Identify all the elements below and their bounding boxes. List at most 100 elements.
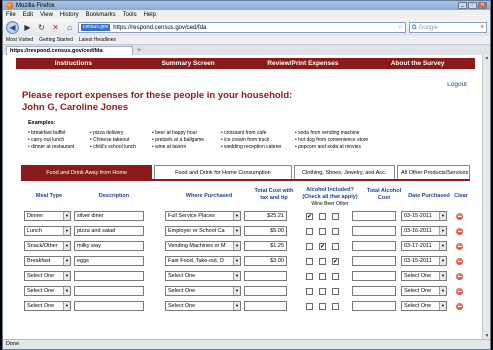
home-icon[interactable]: ⌂	[64, 22, 75, 33]
wine-checkbox[interactable]: ✔	[306, 213, 313, 220]
menu-tools[interactable]: Tools	[123, 12, 137, 18]
bookmark-latest-headlines[interactable]: Latest Headlines	[79, 37, 116, 43]
clear-row-icon[interactable]	[456, 228, 463, 235]
address-bar[interactable]: census.gov https://respond.census.gov/ce…	[78, 22, 406, 33]
minimize-button[interactable]: _	[458, 2, 467, 9]
wine-checkbox[interactable]	[306, 303, 313, 310]
menu-edit[interactable]: Edit	[23, 12, 33, 18]
where-purchased-select[interactable]: Full Service Places ▼	[165, 211, 241, 221]
total-cost-input[interactable]: $5.00	[244, 226, 287, 236]
beer-checkbox[interactable]	[319, 288, 326, 295]
alcohol-cost-input[interactable]	[352, 301, 396, 311]
date-purchased-select[interactable]: 03-15-2011 ▼	[401, 211, 447, 221]
forward-arrow-icon[interactable]: ▶	[22, 22, 33, 33]
meal-type-select[interactable]: Lunch ▼	[24, 226, 71, 236]
wine-checkbox[interactable]	[306, 243, 313, 250]
beer-checkbox[interactable]	[319, 258, 326, 265]
where-purchased-select[interactable]: Fast Food, Take-out, D ▼	[165, 256, 241, 266]
total-cost-input[interactable]: $25.21	[244, 211, 287, 221]
total-cost-input[interactable]: $1.25	[244, 241, 287, 251]
bookmark-most-visited[interactable]: Most Visited	[6, 37, 33, 43]
description-input[interactable]: milky way	[74, 241, 144, 251]
other-alcohol-checkbox[interactable]	[332, 213, 339, 220]
meal-type-select[interactable]: Snack/Other ▼	[24, 241, 71, 251]
alcohol-cost-input[interactable]	[352, 286, 396, 296]
beer-checkbox[interactable]	[319, 228, 326, 235]
date-purchased-select[interactable]: 03-15-2011 ▼	[401, 256, 447, 266]
nav-instructions[interactable]: Instructions	[16, 58, 131, 69]
menu-file[interactable]: File	[6, 12, 16, 18]
other-alcohol-checkbox[interactable]	[332, 288, 339, 295]
search-box[interactable]: G Google ⌕	[409, 22, 487, 33]
url-text[interactable]: https://respond.census.gov/ced/fda	[113, 25, 394, 31]
total-cost-input[interactable]	[244, 301, 287, 311]
description-input[interactable]: eggs	[74, 256, 144, 266]
clear-row-icon[interactable]	[456, 288, 463, 295]
description-input[interactable]	[74, 301, 144, 311]
date-purchased-select[interactable]: Select One ▼	[401, 271, 447, 281]
other-alcohol-checkbox[interactable]	[332, 243, 339, 250]
description-input[interactable]: pizza and salad	[74, 226, 144, 236]
date-purchased-select[interactable]: 03-17-2011 ▼	[401, 241, 447, 251]
logout-link[interactable]: Logout	[447, 81, 467, 88]
beer-checkbox[interactable]	[319, 213, 326, 220]
bookmark-star-icon[interactable]: ☆	[398, 24, 403, 31]
where-purchased-select[interactable]: Select One ▼	[165, 301, 241, 311]
date-purchased-select[interactable]: Select One ▼	[401, 286, 447, 296]
new-tab-icon[interactable]: +	[133, 47, 145, 55]
nav-about-survey[interactable]: About the Survey	[360, 58, 475, 69]
total-cost-input[interactable]	[244, 271, 287, 281]
alcohol-cost-input[interactable]	[352, 211, 396, 221]
nav-review-print[interactable]: Review/Print Expenses	[246, 58, 361, 69]
other-alcohol-checkbox[interactable]: ✔	[332, 258, 339, 265]
tab-food-away[interactable]: Food and Drink Away from Home	[21, 165, 153, 179]
description-input[interactable]	[74, 271, 144, 281]
menu-view[interactable]: View	[40, 12, 53, 18]
stop-icon[interactable]: ✕	[50, 22, 61, 33]
beer-checkbox[interactable]	[319, 303, 326, 310]
total-cost-input[interactable]: $3.00	[244, 256, 287, 266]
maximize-button[interactable]: ▫	[468, 2, 477, 9]
total-cost-input[interactable]	[244, 286, 287, 296]
close-button[interactable]: ✕	[478, 2, 487, 9]
meal-type-select[interactable]: Select One ▼	[24, 271, 71, 281]
other-alcohol-checkbox[interactable]	[332, 303, 339, 310]
menu-bookmarks[interactable]: Bookmarks	[86, 12, 116, 18]
date-purchased-select[interactable]: 03-16-2011 ▼	[401, 226, 447, 236]
description-input[interactable]: silver diner	[74, 211, 144, 221]
wine-checkbox[interactable]	[306, 288, 313, 295]
alcohol-cost-input[interactable]	[352, 271, 396, 281]
wine-checkbox[interactable]	[306, 258, 313, 265]
clear-row-icon[interactable]	[456, 303, 463, 310]
nav-summary-screen[interactable]: Summary Screen	[131, 58, 246, 69]
where-purchased-select[interactable]: Select One ▼	[165, 271, 241, 281]
alcohol-cost-input[interactable]	[352, 256, 396, 266]
wine-checkbox[interactable]	[306, 273, 313, 280]
beer-checkbox[interactable]	[319, 273, 326, 280]
meal-type-select[interactable]: Dinner ▼	[24, 211, 71, 221]
back-arrow-icon[interactable]: ◀	[6, 21, 19, 34]
browser-tab[interactable]: https://respond.census.gov/ced/fda	[6, 46, 133, 55]
meal-type-select[interactable]: Breakfast ▼	[24, 256, 71, 266]
alcohol-cost-input[interactable]	[352, 241, 396, 251]
site-identity-badge[interactable]: census.gov	[81, 24, 111, 31]
tab-clothing[interactable]: Clothing, Shoes, Jewelry, and Acc.	[293, 165, 395, 179]
vertical-scrollbar[interactable]: ▲ ▼	[482, 55, 490, 341]
description-input[interactable]	[74, 286, 144, 296]
clear-row-icon[interactable]	[456, 213, 463, 220]
menu-help[interactable]: Help	[144, 12, 156, 18]
wine-checkbox[interactable]	[306, 228, 313, 235]
date-purchased-select[interactable]: Select One ▼	[401, 301, 447, 311]
where-purchased-select[interactable]: Employer or School Ca ▼	[165, 226, 241, 236]
search-placeholder[interactable]: Google	[419, 25, 479, 31]
where-purchased-select[interactable]: Select One ▼	[165, 286, 241, 296]
meal-type-select[interactable]: Select One ▼	[24, 301, 71, 311]
clear-row-icon[interactable]	[456, 273, 463, 280]
reload-icon[interactable]: ↻	[36, 22, 47, 33]
meal-type-select[interactable]: Select One ▼	[24, 286, 71, 296]
scroll-up-icon[interactable]: ▲	[483, 55, 490, 63]
other-alcohol-checkbox[interactable]	[332, 228, 339, 235]
beer-checkbox[interactable]: ✔	[319, 243, 326, 250]
bookmark-getting-started[interactable]: Getting Started	[39, 37, 73, 43]
other-alcohol-checkbox[interactable]	[332, 273, 339, 280]
